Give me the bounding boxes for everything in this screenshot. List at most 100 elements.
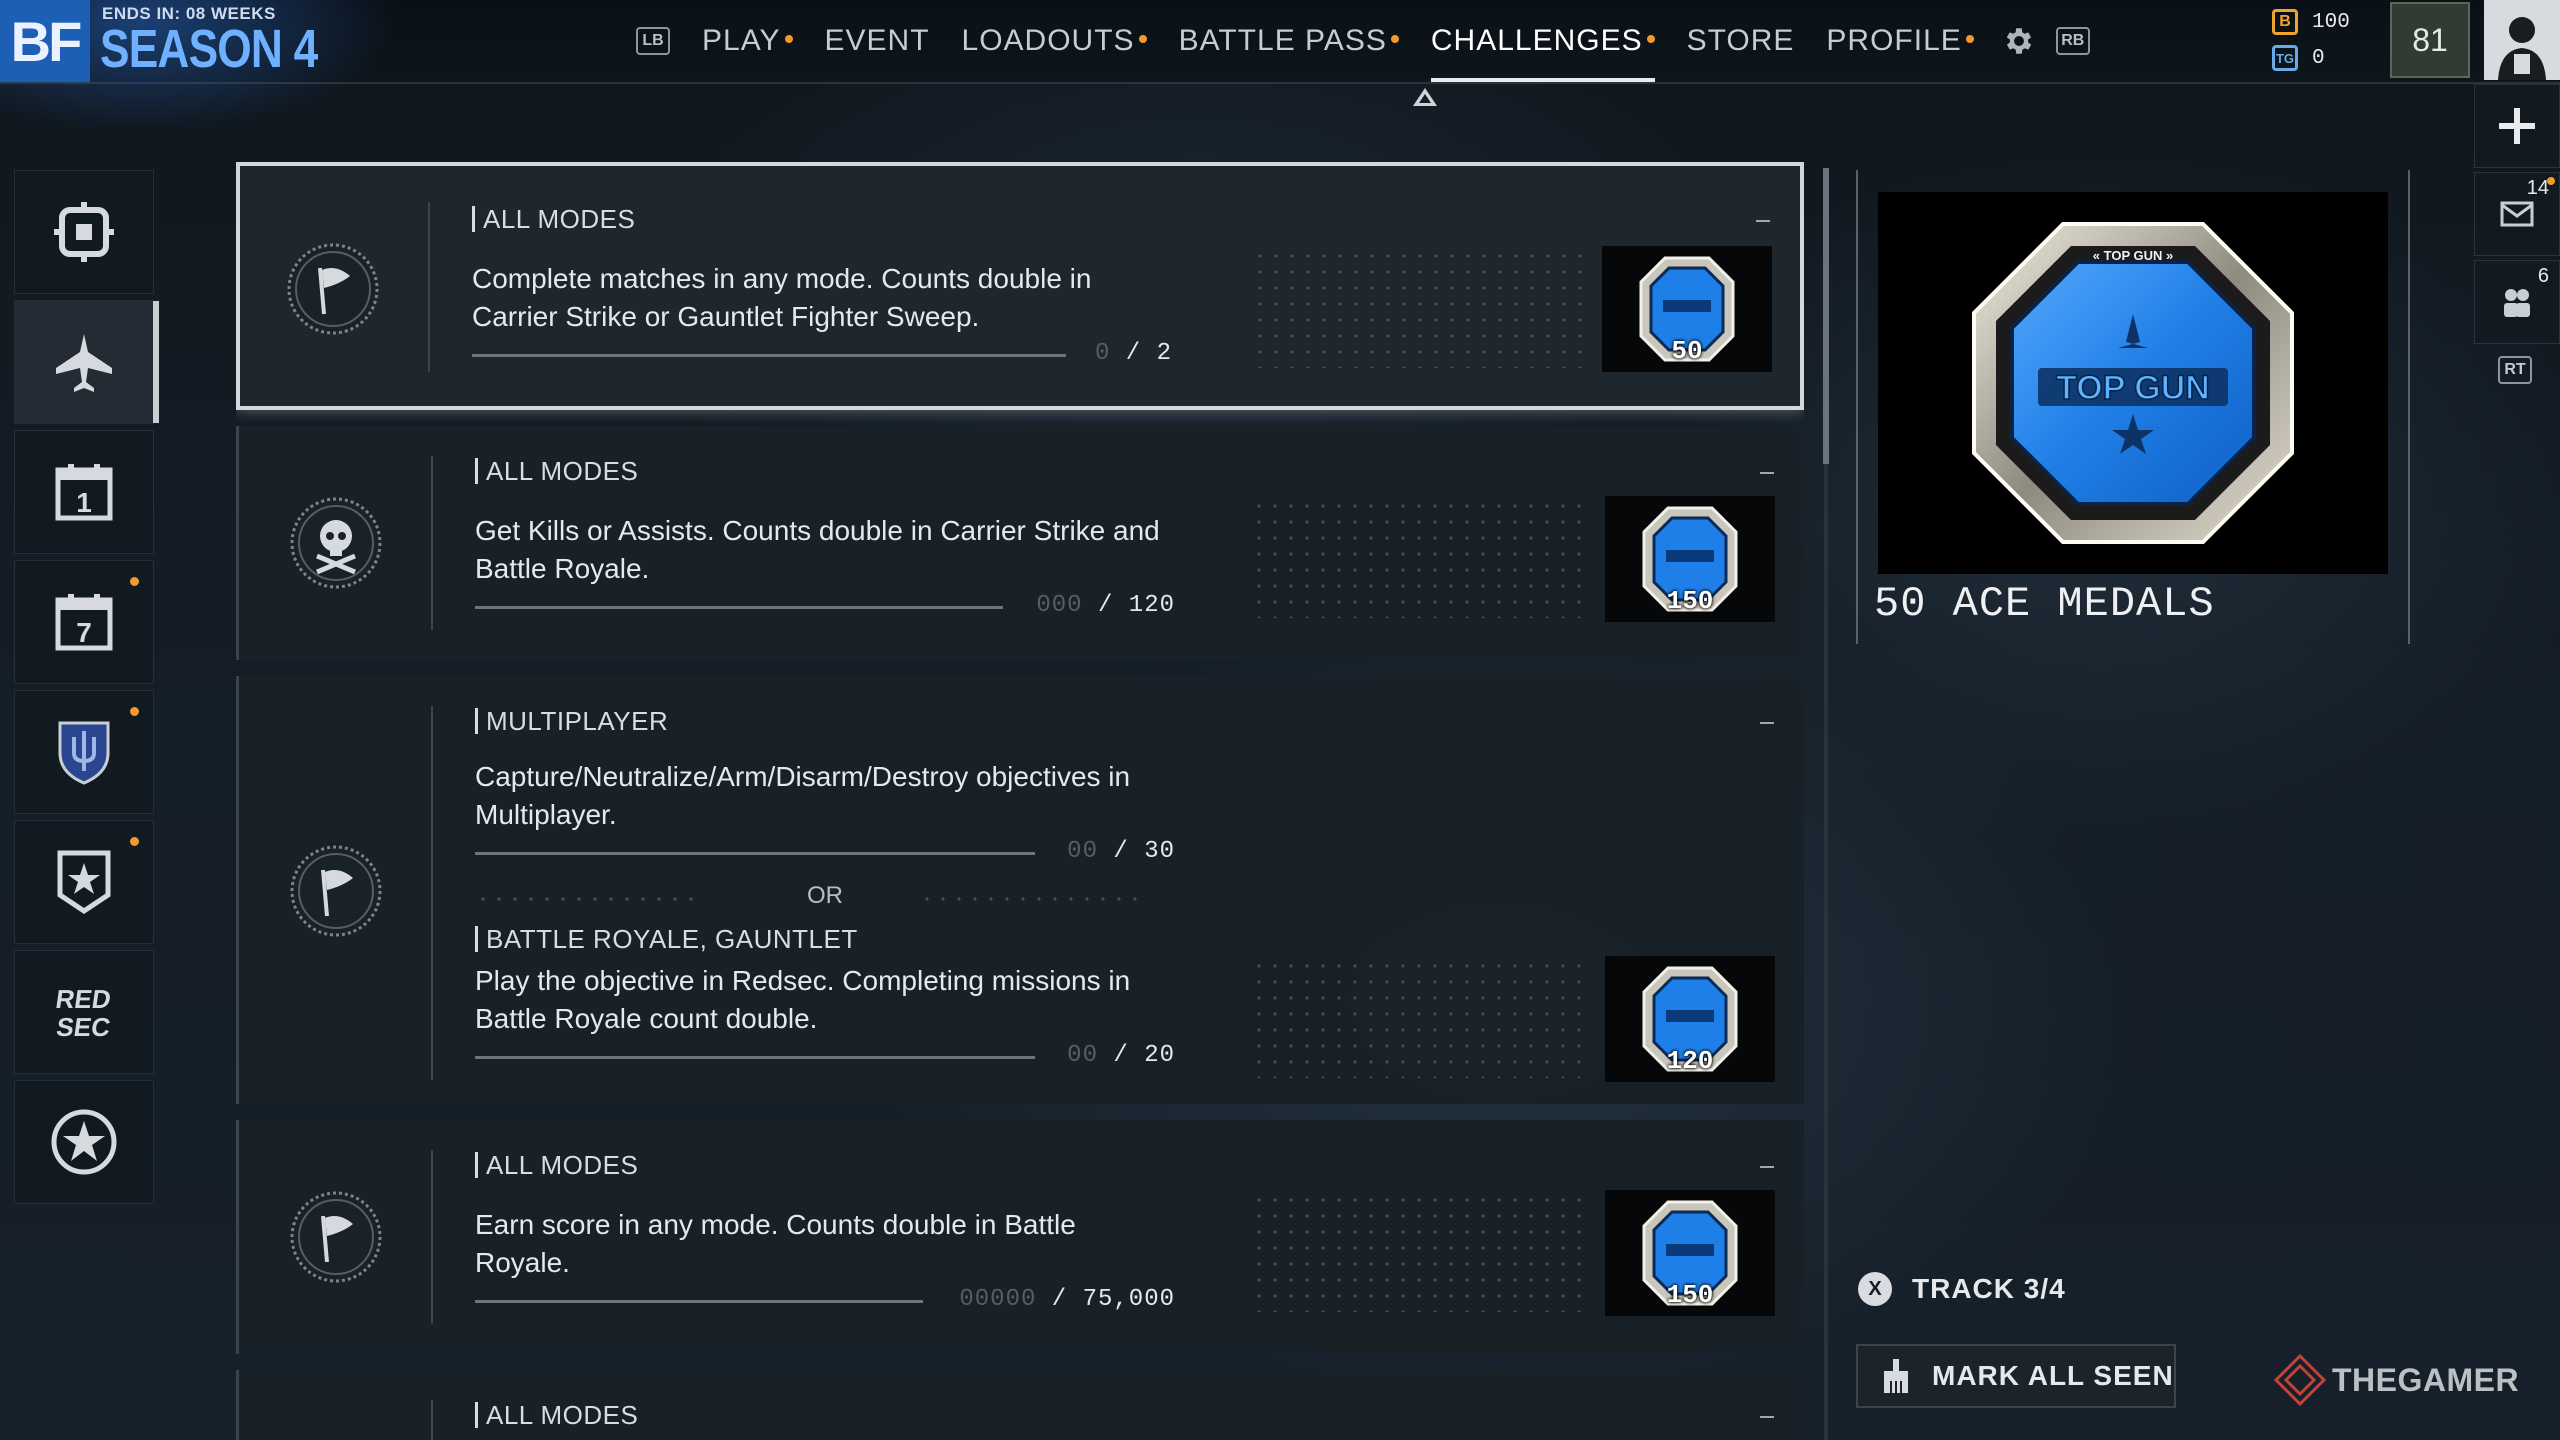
collapse-icon[interactable] — [1760, 472, 1774, 474]
notification-dot — [130, 837, 139, 846]
progress-bar: 0 / 2 — [472, 340, 1172, 370]
challenge-card[interactable]: ALL MODES Get Kills or Assists. Counts d… — [236, 426, 1804, 660]
challenge-description: Earn score in any mode. Counts double in… — [475, 1209, 1076, 1278]
rt-button-icon[interactable]: RT — [2498, 356, 2532, 384]
squad-button[interactable]: 6 — [2474, 260, 2560, 344]
tab-profile[interactable]: PROFILE — [1826, 0, 1974, 82]
sidebar-item-daily[interactable]: 1 — [14, 430, 154, 554]
gear-icon[interactable] — [2002, 24, 2036, 58]
jet-fighter-icon — [56, 334, 112, 392]
watermark-text: THEGAMER — [2332, 1361, 2520, 1398]
collapse-icon[interactable] — [1760, 1166, 1774, 1168]
progress-track — [475, 852, 1035, 855]
progress-text: 0 / 2 — [1095, 340, 1172, 367]
progress-bar: 000 / 120 — [475, 592, 1175, 622]
reward-amount: 150 — [1666, 586, 1714, 616]
progress-current: 00 — [1067, 1042, 1098, 1069]
divider — [428, 202, 430, 372]
redsec-bottom: SEC — [55, 1012, 113, 1042]
track-challenge[interactable]: X TRACK 3/4 — [1858, 1272, 2066, 1306]
notification-dot — [1965, 35, 1974, 43]
top-bar: BF ENDS IN: 08 WEEKS SEASON 4 LB PLAY EV… — [0, 0, 2560, 150]
dot-pattern — [1251, 1192, 1581, 1312]
progress-total: / 120 — [1097, 592, 1175, 619]
avatar[interactable] — [2484, 0, 2560, 80]
weekly-number: 7 — [76, 617, 92, 648]
tab-play[interactable]: PLAY — [702, 0, 793, 82]
medal-main-text: TOP GUN — [2056, 369, 2210, 407]
tab-store[interactable]: STORE — [1687, 0, 1795, 82]
collapse-icon[interactable] — [1760, 1416, 1774, 1418]
tab-label: PLAY — [702, 24, 781, 57]
reward-tile: 50 — [1602, 246, 1772, 372]
thegamer-logo-icon — [2274, 1354, 2326, 1406]
sidebar-item-redsec[interactable]: RED SEC — [14, 950, 154, 1074]
currency-display: B 100 TG 0 — [2272, 4, 2350, 76]
progress-current: 00000 — [959, 1286, 1037, 1313]
thegamer-watermark: THEGAMER — [2274, 1354, 2519, 1406]
tab-loadouts[interactable]: LOADOUTS — [962, 0, 1147, 82]
or-separator: OR — [475, 880, 1175, 920]
challenge-card[interactable]: MULTIPLAYER Capture/Neutralize/Arm/Disar… — [236, 676, 1804, 1104]
sidebar-item-mastery[interactable] — [14, 1080, 154, 1204]
sidebar-item-career[interactable] — [14, 820, 154, 944]
add-friend-button[interactable] — [2474, 84, 2560, 168]
rb-button-icon[interactable]: RB — [2055, 27, 2090, 55]
reward-tile: 150 — [1605, 1190, 1775, 1316]
divider — [431, 1150, 433, 1324]
progress-track — [475, 606, 1003, 609]
track-label: TRACK 3/4 — [1912, 1273, 2066, 1304]
progress-total: / 2 — [1125, 340, 1172, 367]
alt-challenge-description: Play the objective in Redsec. Completing… — [475, 965, 1131, 1034]
collapse-icon[interactable] — [1760, 722, 1774, 724]
sidebar-item-faction[interactable] — [14, 690, 154, 814]
dot-pattern — [1252, 248, 1582, 368]
sidebar-item-featured[interactable] — [14, 170, 154, 294]
reward-name: 50 ACE MEDALS — [1874, 580, 2215, 628]
inbox-button[interactable]: 14 — [2474, 172, 2560, 256]
notification-dot — [1390, 35, 1399, 43]
challenge-card[interactable]: ALL MODES Earn score in any mode. Counts… — [236, 1120, 1804, 1354]
reward-image: « TOP GUN » TOP GUN — [1878, 192, 2388, 574]
progress-total: / 75,000 — [1051, 1286, 1175, 1313]
battle-coin-icon: B — [2272, 9, 2298, 35]
reward-tile: 150 — [1605, 496, 1775, 622]
sidebar-item-weekly[interactable]: 7 — [14, 560, 154, 684]
player-level[interactable]: 81 — [2390, 2, 2470, 78]
challenge-body: ALL MODES Get Kills or Assists. Counts d… — [475, 458, 1175, 622]
progress-bar: 00 / 20 — [475, 1042, 1175, 1072]
tab-label: CHALLENGES — [1430, 24, 1643, 57]
progress-bar: 00 / 30 — [475, 838, 1175, 868]
mark-all-seen-button[interactable]: MARK ALL SEEN — [1856, 1344, 2176, 1408]
flag-icon — [287, 243, 379, 335]
soldier-avatar-icon — [2498, 17, 2546, 80]
battlefield-logo: BF — [0, 0, 90, 82]
dot-pattern — [1251, 958, 1581, 1078]
challenge-list: ALL MODES Complete matches in any mode. … — [236, 162, 1804, 1440]
dot-pattern — [475, 894, 705, 904]
weekly-calendar-icon: 7 — [55, 594, 113, 651]
challenge-body: MULTIPLAYER Capture/Neutralize/Arm/Disar… — [475, 708, 1175, 1072]
notification-dot — [1646, 35, 1655, 43]
reward-amount: 50 — [1671, 336, 1703, 366]
challenge-card[interactable]: ALL MODES Complete matches in any mode. … — [236, 162, 1804, 410]
lb-button-icon[interactable]: LB — [636, 27, 670, 55]
divider — [431, 706, 433, 1080]
notification-dot — [784, 35, 793, 43]
progress-track — [475, 1056, 1035, 1059]
squad-icon — [2504, 289, 2530, 317]
inbox-count: 14 — [2526, 177, 2549, 199]
tab-challenges[interactable]: CHALLENGES — [1430, 0, 1655, 82]
or-label: OR — [807, 882, 843, 909]
tab-event[interactable]: EVENT — [825, 0, 930, 82]
scrollbar-thumb[interactable] — [1823, 168, 1829, 464]
target-reticle-icon — [54, 202, 114, 262]
sidebar-item-top-gun[interactable] — [14, 300, 159, 424]
collapse-icon[interactable] — [1756, 220, 1770, 222]
progress-track — [475, 1300, 923, 1303]
sweep-brush-icon — [1884, 1359, 1908, 1393]
redsec-logo-icon: RED SEC — [54, 984, 113, 1042]
tab-battle-pass[interactable]: BATTLE PASS — [1179, 0, 1399, 82]
challenge-body: ALL MODES Complete matches in any mode. … — [472, 206, 1172, 370]
challenge-card[interactable]: ALL MODES — [236, 1370, 1804, 1440]
